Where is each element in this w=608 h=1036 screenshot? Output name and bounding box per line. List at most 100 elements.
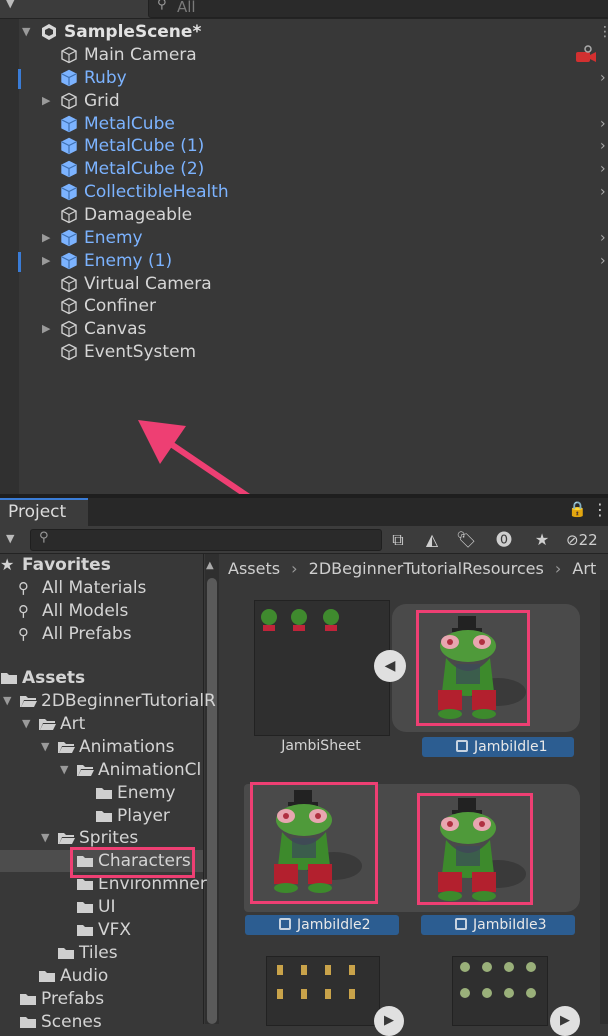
prefab-open-icon[interactable]: › xyxy=(600,113,606,135)
content-scrollbar[interactable] xyxy=(600,590,608,1024)
folder-label: AnimationCl xyxy=(98,760,202,780)
gameobject-cube-icon xyxy=(61,297,77,315)
prefab-open-icon[interactable]: › xyxy=(600,135,606,157)
filter-by-type-icon[interactable]: ◭ xyxy=(420,528,444,552)
favorite-star-icon[interactable]: ★ xyxy=(530,528,554,552)
asset-jambiidle2-label[interactable]: JambiIdle2 xyxy=(245,915,399,935)
hierarchy-search-input[interactable]: ⚲ All xyxy=(148,0,608,18)
prefab-open-icon[interactable]: › xyxy=(600,67,606,89)
prefab-cube-icon xyxy=(61,160,77,178)
folder-tree-item[interactable]: UI xyxy=(0,896,203,918)
asset-jambiidle1-label[interactable]: JambiIdle1 xyxy=(422,737,574,757)
prefab-open-icon[interactable]: › xyxy=(600,158,606,180)
star-icon: ★ xyxy=(0,555,15,574)
hierarchy-item-label: MetalCube xyxy=(84,114,175,134)
scroll-up-icon[interactable]: ▲ xyxy=(206,560,214,571)
hierarchy-item[interactable]: ▶ Enemy (1) › xyxy=(0,250,608,272)
filter-by-label-icon[interactable]: 🏷 xyxy=(454,528,478,552)
hierarchy-item[interactable]: CollectibleHealth › xyxy=(0,181,608,203)
asset-jambiidle3-label[interactable]: JambiIdle3 xyxy=(421,915,575,935)
folder-label: Art xyxy=(60,714,86,734)
hierarchy-item[interactable]: Main Camera xyxy=(0,44,608,66)
hierarchy-item[interactable]: MetalCube › xyxy=(0,113,608,135)
log-icon[interactable]: ⓿ xyxy=(492,528,516,552)
fold-open-icon[interactable]: ▼ xyxy=(60,759,68,781)
hierarchy-item[interactable]: Ruby › xyxy=(0,67,608,89)
asset-jambisheet-thumb[interactable] xyxy=(254,600,390,736)
fold-closed-icon[interactable]: ▶ xyxy=(42,318,50,340)
hierarchy-item-label: CollectibleHealth xyxy=(84,182,229,202)
folder-tree-item[interactable]: Prefabs xyxy=(0,988,203,1010)
folder-tree-item[interactable]: ▼ Sprites xyxy=(0,827,203,849)
asset-thumb-partial-1[interactable] xyxy=(266,956,380,1026)
folder-tree-item[interactable]: Player xyxy=(0,805,203,827)
fold-closed-icon[interactable]: ▶ xyxy=(42,227,50,249)
fold-open-icon[interactable]: ▼ xyxy=(3,690,11,712)
folder-tree-item[interactable]: Audio xyxy=(0,965,203,987)
search-placeholder: All xyxy=(177,0,196,16)
create-dropdown-icon[interactable]: ▼ xyxy=(6,0,14,10)
fold-open-icon[interactable]: ▼ xyxy=(22,21,30,43)
folder-tree-item[interactable]: Enemy xyxy=(0,782,203,804)
prefab-open-icon[interactable]: › xyxy=(600,181,606,203)
folder-tree-item[interactable]: Scenes xyxy=(0,1011,203,1033)
prefab-open-icon[interactable]: › xyxy=(600,227,606,249)
hierarchy-item[interactable]: Damageable xyxy=(0,204,608,226)
hierarchy-item-label: Grid xyxy=(84,91,120,111)
folder-tree-item[interactable]: ▼ Art xyxy=(0,713,203,735)
expand-arrow-icon[interactable]: ▶ xyxy=(374,1006,404,1036)
camera-gizmo-icon xyxy=(576,45,596,62)
highlight-jambiidle3 xyxy=(417,793,533,905)
folder-tree-item[interactable]: Tiles xyxy=(0,942,203,964)
favorites-item-label: All Prefabs xyxy=(42,624,132,644)
folder-tree-item[interactable]: VFX xyxy=(0,919,203,941)
fold-closed-icon[interactable]: ▶ xyxy=(42,250,50,272)
scene-row[interactable]: ▼ SampleScene* ⋮ xyxy=(0,21,608,43)
hierarchy-item[interactable]: ▶ Enemy › xyxy=(0,227,608,249)
hierarchy-item[interactable]: Virtual Camera xyxy=(0,273,608,295)
prefab-override-marker xyxy=(18,252,21,272)
highlight-characters-folder xyxy=(70,847,195,878)
hierarchy-item[interactable]: ▶ Grid xyxy=(0,90,608,112)
breadcrumb-resources[interactable]: 2DBeginnerTutorialResources xyxy=(309,559,544,578)
prefab-open-icon[interactable]: › xyxy=(600,250,606,272)
asset-jambisheet-label[interactable]: JambiSheet xyxy=(254,738,388,754)
fold-closed-icon[interactable]: ▶ xyxy=(42,90,50,112)
hierarchy-item[interactable]: MetalCube (2) › xyxy=(0,158,608,180)
expand-arrow-icon[interactable]: ▶ xyxy=(550,1006,580,1036)
fold-open-icon[interactable]: ▼ xyxy=(41,827,49,849)
breadcrumb-assets[interactable]: Assets xyxy=(228,559,280,578)
create-dropdown-icon[interactable]: ▼ xyxy=(6,532,14,545)
hierarchy-item-label: Enemy xyxy=(84,228,143,248)
search-icon: ⚲ xyxy=(18,625,29,643)
folder-tree-item[interactable]: ▼ 2DBeginnerTutorialR xyxy=(0,690,216,712)
assets-root-label: Assets xyxy=(22,668,86,688)
project-search-input[interactable]: ⚲ xyxy=(30,529,382,551)
tab-project[interactable]: Project xyxy=(0,498,88,526)
folder-tree-item[interactable]: ▼ Animations xyxy=(0,736,203,758)
tree-scrollbar-thumb[interactable] xyxy=(207,578,217,1024)
breadcrumb-art[interactable]: Art xyxy=(572,559,596,578)
hierarchy-item-label: Virtual Camera xyxy=(84,274,212,294)
fold-open-icon[interactable]: ▼ xyxy=(22,713,30,735)
panel-menu-icon[interactable]: ⋮ xyxy=(592,500,608,519)
scene-name: SampleScene* xyxy=(64,22,202,42)
hidden-packages-toggle[interactable]: ⊘22 xyxy=(566,528,608,552)
search-icon: ⚲ xyxy=(18,579,29,597)
scene-menu-icon[interactable]: ⋮ xyxy=(598,21,608,43)
hierarchy-item-label: MetalCube (2) xyxy=(84,159,205,179)
folder-label: Sprites xyxy=(79,828,139,848)
project-tabbar xyxy=(0,498,608,526)
collapse-arrow-icon[interactable]: ◀ xyxy=(374,650,406,682)
hierarchy-item[interactable]: MetalCube (1) › xyxy=(0,135,608,157)
hierarchy-item[interactable]: EventSystem xyxy=(0,341,608,363)
folder-icon xyxy=(96,788,112,799)
lock-icon[interactable]: 🔒 xyxy=(568,500,587,518)
hierarchy-item-label: Confiner xyxy=(84,296,156,316)
hierarchy-item[interactable]: Confiner xyxy=(0,295,608,317)
search-by-type-icon[interactable]: ⧉ xyxy=(386,528,410,552)
fold-open-icon[interactable]: ▼ xyxy=(41,736,49,758)
folder-tree-item[interactable]: ▼ AnimationCl xyxy=(0,759,203,781)
asset-thumb-partial-2[interactable] xyxy=(452,956,548,1026)
hierarchy-item[interactable]: ▶ Canvas xyxy=(0,318,608,340)
